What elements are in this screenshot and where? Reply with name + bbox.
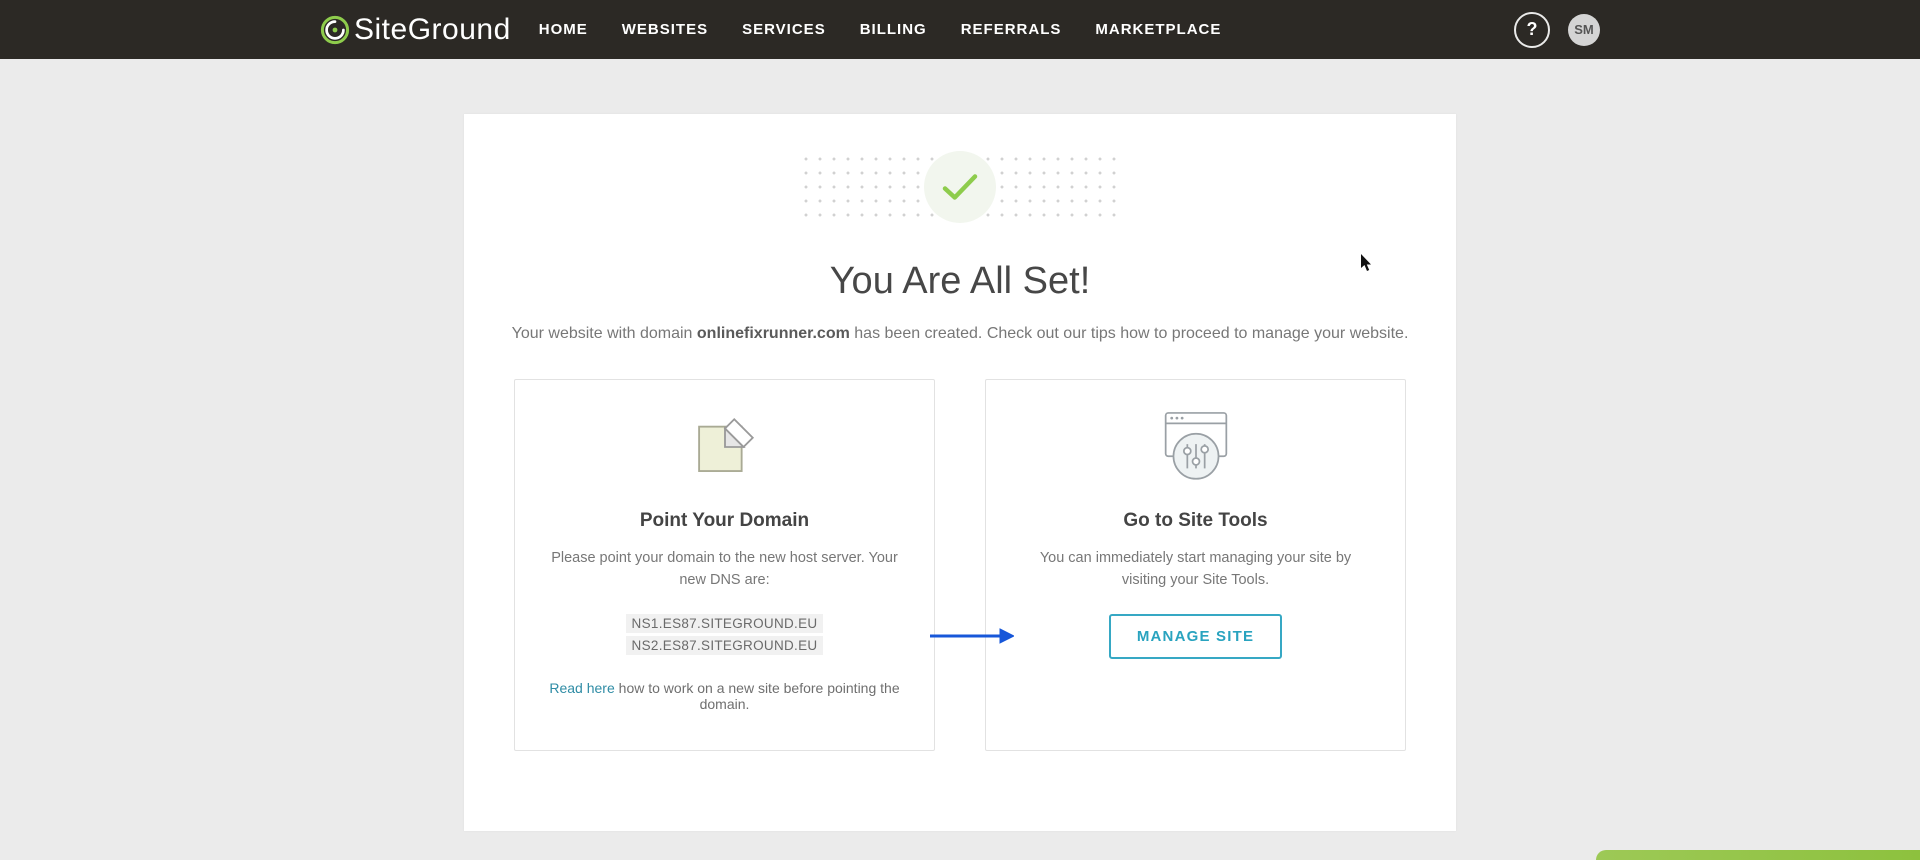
card-site-tools-text: You can immediately start managing your … bbox=[1020, 548, 1371, 592]
card-point-domain-footnote: Read here how to work on a new site befo… bbox=[549, 680, 900, 712]
chat-launcher-peek[interactable] bbox=[1596, 850, 1920, 860]
nav-home[interactable]: HOME bbox=[539, 1, 588, 58]
card-site-tools: Go to Site Tools You can immediately sta… bbox=[985, 379, 1406, 751]
avatar-initials: SM bbox=[1574, 22, 1594, 37]
subtitle-pre: Your website with domain bbox=[512, 325, 697, 342]
cards-row: Point Your Domain Please point your doma… bbox=[464, 379, 1456, 751]
page-title: You Are All Set! bbox=[464, 260, 1456, 303]
nav-services[interactable]: SERVICES bbox=[742, 1, 826, 58]
nav-marketplace[interactable]: MARKETPLACE bbox=[1095, 1, 1221, 58]
manage-site-button[interactable]: MANAGE SITE bbox=[1109, 614, 1282, 659]
card-point-domain-title: Point Your Domain bbox=[549, 510, 900, 532]
nav-billing[interactable]: BILLING bbox=[860, 1, 927, 58]
page-subtitle: Your website with domain onlinefixrunner… bbox=[464, 325, 1456, 343]
success-check-icon bbox=[924, 151, 996, 223]
dns-value-2: NS2.ES87.SITEGROUND.EU bbox=[626, 636, 824, 655]
dns-value-1: NS1.ES87.SITEGROUND.EU bbox=[626, 614, 824, 633]
help-icon[interactable]: ? bbox=[1514, 12, 1550, 48]
hero-graphic bbox=[464, 146, 1456, 228]
subtitle-post: has been created. Check out our tips how… bbox=[850, 325, 1409, 342]
nav-websites[interactable]: WEBSITES bbox=[622, 1, 708, 58]
card-site-tools-title: Go to Site Tools bbox=[1020, 510, 1371, 532]
footnote-rest: how to work on a new site before pointin… bbox=[615, 680, 900, 712]
top-header: SiteGround HOME WEBSITES SERVICES BILLIN… bbox=[0, 0, 1920, 59]
pencil-note-icon bbox=[549, 406, 900, 484]
card-point-domain-text: Please point your domain to the new host… bbox=[549, 548, 900, 592]
brand-name: SiteGround bbox=[354, 13, 511, 47]
siteground-swirl-icon bbox=[320, 15, 350, 45]
site-tools-icon bbox=[1020, 406, 1371, 484]
read-here-link[interactable]: Read here bbox=[549, 680, 614, 696]
annotation-arrow-icon bbox=[928, 626, 1014, 646]
user-avatar[interactable]: SM bbox=[1568, 14, 1600, 46]
main-nav: HOME WEBSITES SERVICES BILLING REFERRALS… bbox=[539, 0, 1222, 59]
brand-logo[interactable]: SiteGround bbox=[320, 13, 511, 47]
nav-referrals[interactable]: REFERRALS bbox=[961, 1, 1062, 58]
main-panel: You Are All Set! Your website with domai… bbox=[464, 114, 1456, 831]
subtitle-domain: onlinefixrunner.com bbox=[697, 325, 850, 342]
question-mark-icon: ? bbox=[1527, 19, 1538, 40]
card-point-domain: Point Your Domain Please point your doma… bbox=[514, 379, 935, 751]
